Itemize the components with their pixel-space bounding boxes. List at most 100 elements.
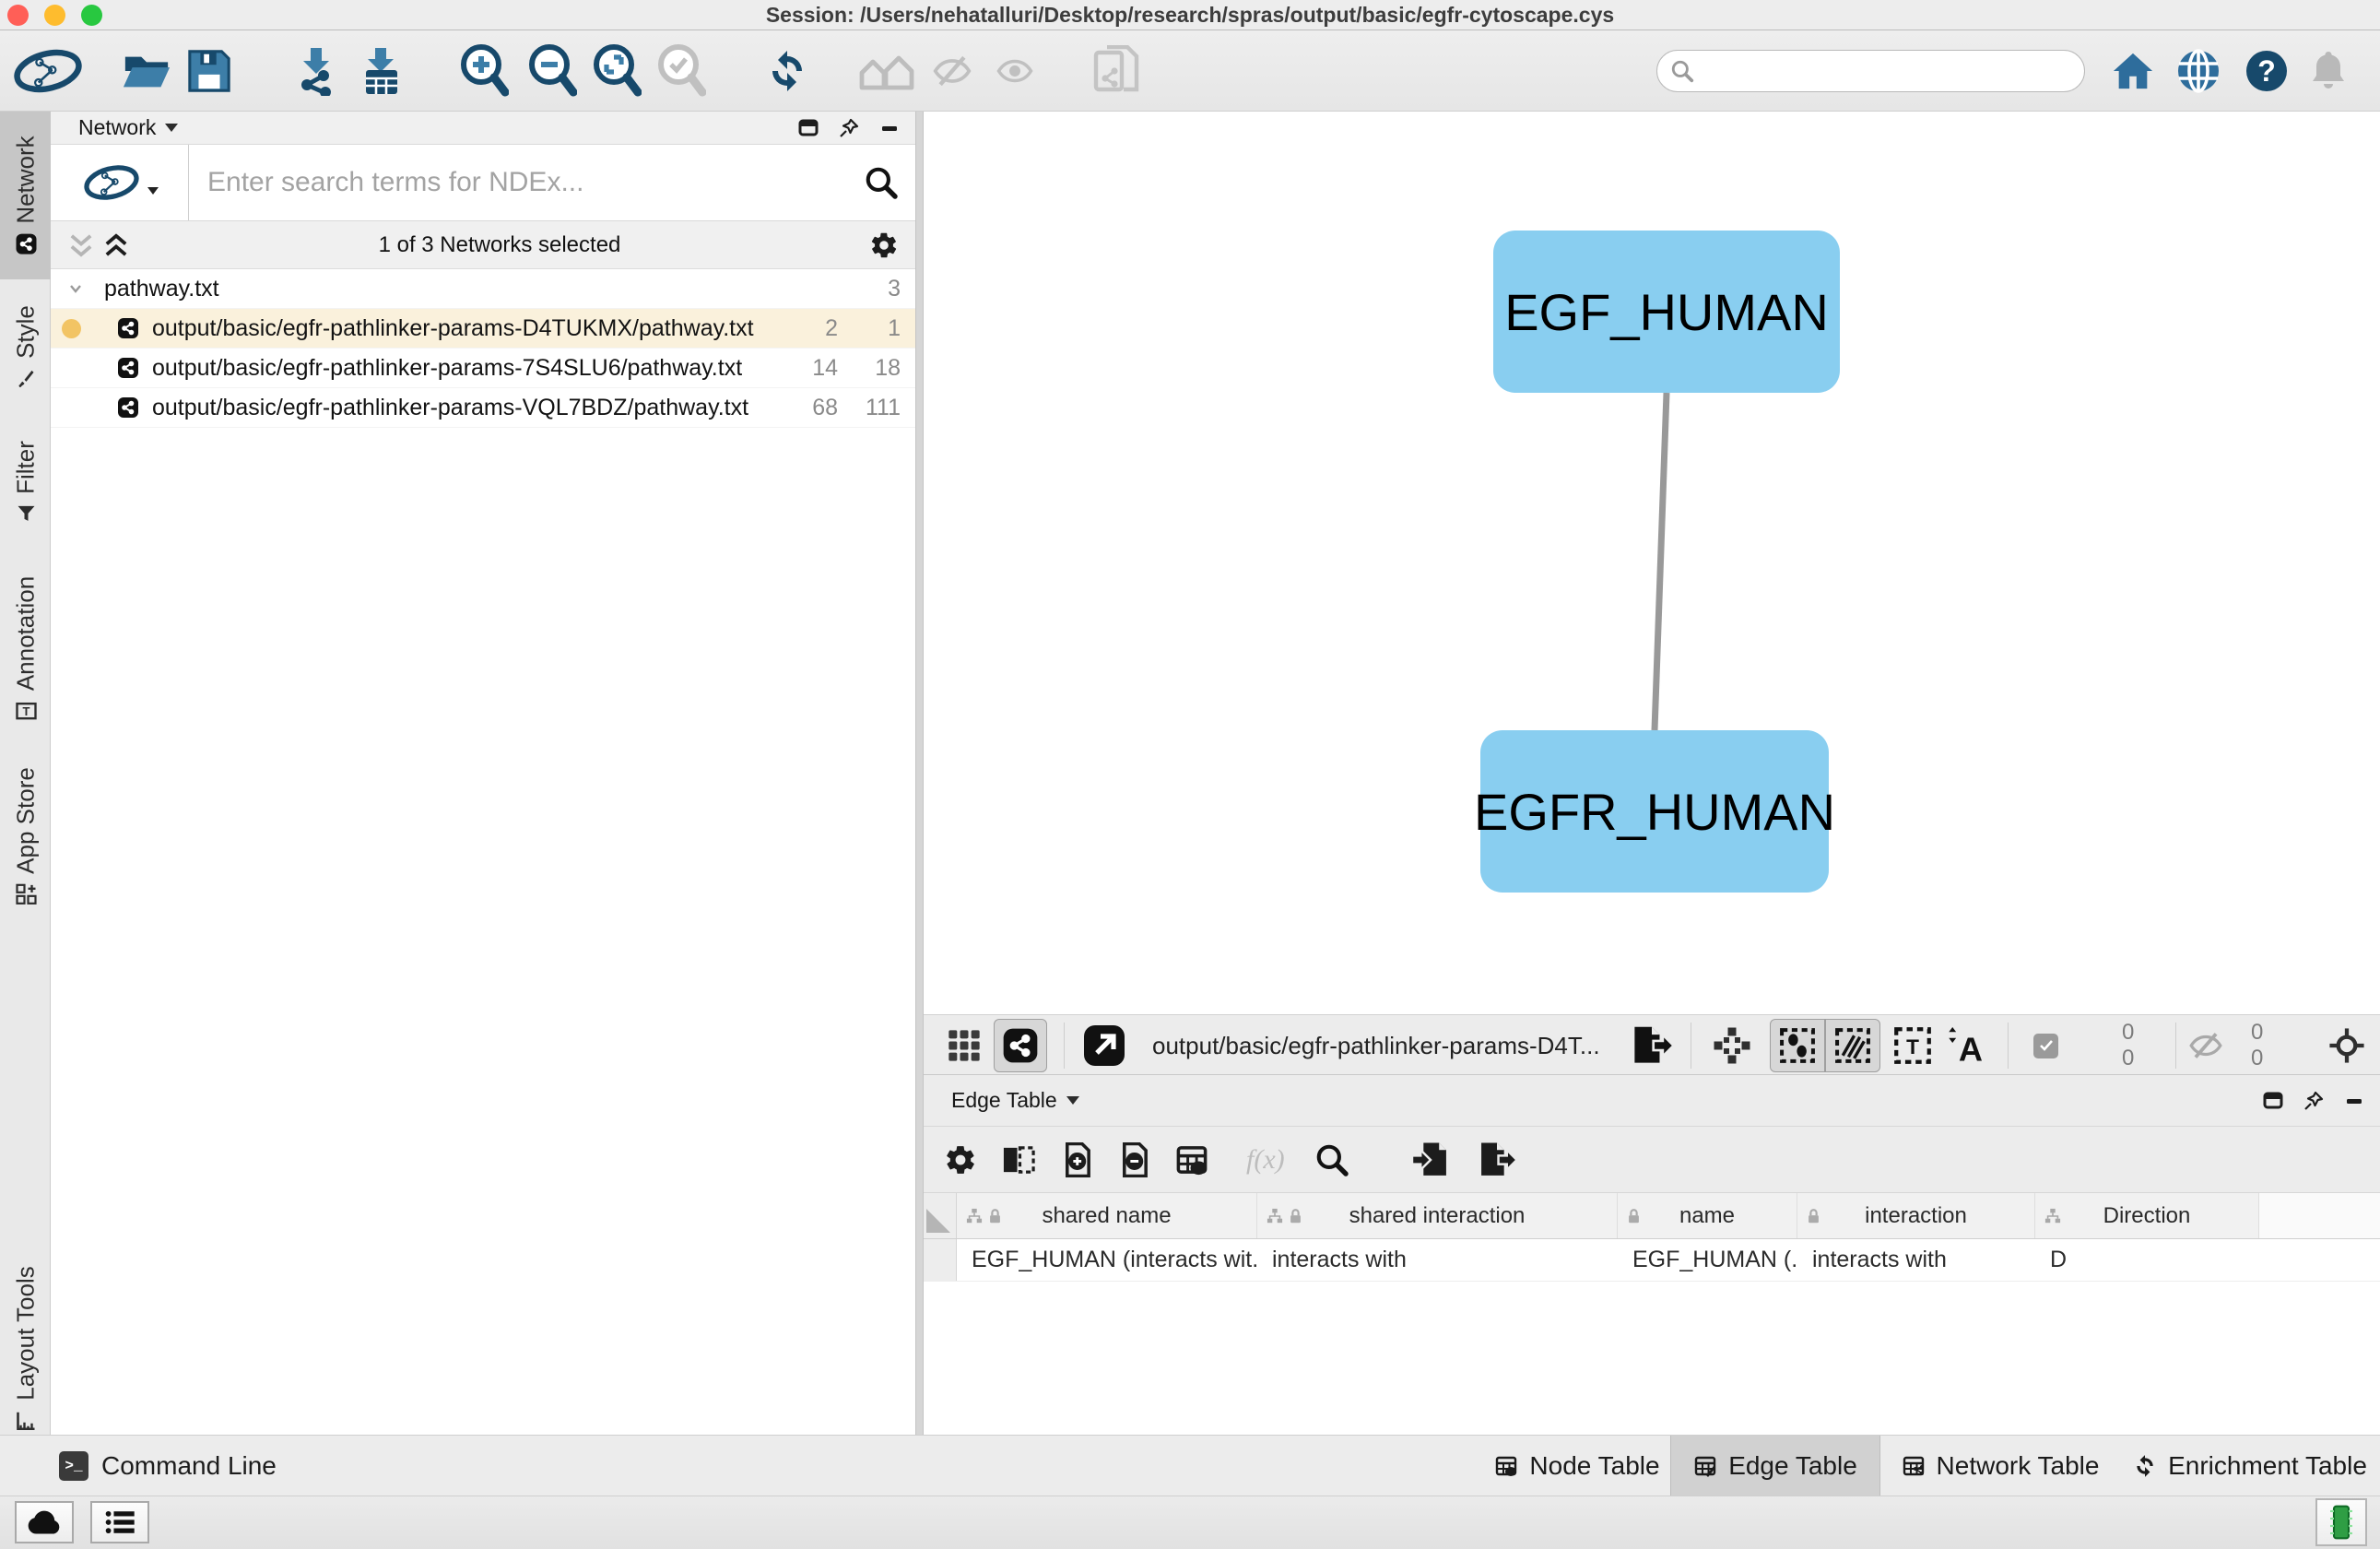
sidebar-tab-app-store[interactable]: App Store: [0, 759, 51, 914]
network-view-canvas[interactable]: EGF_HUMAN EGFR_HUMAN: [924, 112, 2380, 1014]
memory-status-button[interactable]: [2315, 1498, 2367, 1546]
float-panel-icon[interactable]: [2262, 1090, 2284, 1112]
import-network-button[interactable]: [290, 46, 342, 96]
sidebar-tab-layout-tools[interactable]: Layout Tools: [0, 1271, 51, 1426]
row-gutter[interactable]: [924, 1239, 957, 1281]
tab-enrichment-table[interactable]: Enrichment Table: [2120, 1436, 2380, 1496]
networks-selected-status: 1 of 3 Networks selected: [130, 232, 869, 258]
home-button[interactable]: [2110, 46, 2156, 96]
pin-panel-icon[interactable]: [2303, 1090, 2325, 1112]
minimize-panel-icon[interactable]: [2343, 1090, 2365, 1112]
grid-view-button[interactable]: [946, 1015, 983, 1076]
ndex-search-bar: [51, 145, 915, 221]
tab-node-table[interactable]: Node Table: [1484, 1436, 1670, 1496]
select-edges-toggle[interactable]: [1825, 1019, 1880, 1072]
lock-icon: [1289, 1208, 1302, 1224]
cell-direction: D: [2035, 1239, 2259, 1281]
network-column-icon: [1267, 1208, 1283, 1224]
select-all-rows-icon[interactable]: [1174, 1143, 1209, 1177]
statusbar: >_ Command Line Node Table Edge Table Ne…: [0, 1435, 2380, 1496]
tab-network-table[interactable]: Network Table: [1880, 1436, 2120, 1496]
command-line-toggle[interactable]: >_ Command Line: [59, 1436, 277, 1496]
select-labels-toggle[interactable]: A: [1945, 1015, 1987, 1076]
pin-panel-icon[interactable]: [838, 117, 860, 139]
panel-menu-caret[interactable]: [165, 124, 178, 132]
sidebar-tab-filter[interactable]: Filter: [0, 431, 51, 534]
ndex-search-input[interactable]: [189, 145, 847, 220]
table-search-icon[interactable]: [1314, 1142, 1349, 1177]
open-session-button[interactable]: [120, 46, 173, 96]
column-header-shared-interaction[interactable]: shared interaction: [1257, 1193, 1618, 1238]
network-collection-row[interactable]: pathway.txt 3: [51, 269, 915, 309]
zoom-out-button[interactable]: [525, 46, 579, 96]
network-row-vql7bdz[interactable]: output/basic/egfr-pathlinker-params-VQL7…: [51, 388, 915, 428]
network-selection-status-row: 1 of 3 Networks selected: [51, 221, 915, 269]
edge-egf-egfr[interactable]: [1655, 393, 1667, 730]
sidebar-tab-network[interactable]: Network: [0, 112, 51, 279]
edge-count: 1: [838, 315, 901, 342]
expand-all-icon[interactable]: [102, 231, 130, 260]
network-view-mode-button[interactable]: [994, 1019, 1047, 1072]
detach-view-button[interactable]: [1082, 1015, 1126, 1076]
sidebar-tab-label: Network: [11, 136, 40, 223]
sidebar-tab-annotation[interactable]: T Annotation: [0, 562, 51, 737]
export-table-file-icon[interactable]: [1477, 1141, 1517, 1178]
fit-selection-crosshair-button[interactable]: [2328, 1015, 2365, 1076]
task-history-button[interactable]: [90, 1501, 149, 1543]
current-network-dot: [62, 319, 81, 338]
cloud-status-button[interactable]: [15, 1501, 74, 1543]
ndex-search-button[interactable]: [847, 145, 915, 220]
show-columns-icon[interactable]: [1001, 1143, 1036, 1177]
node-egfr-human[interactable]: EGFR_HUMAN: [1480, 730, 1829, 893]
help-button[interactable]: ?: [2243, 46, 2291, 96]
column-header-shared-name[interactable]: shared name: [957, 1193, 1257, 1238]
table-options-gear-icon[interactable]: [944, 1143, 977, 1177]
import-table-button[interactable]: [355, 46, 406, 96]
lock-icon: [1627, 1208, 1641, 1224]
panel-resize-divider[interactable]: [915, 112, 924, 1435]
move-mode-button[interactable]: [1713, 1015, 1751, 1076]
global-search-box[interactable]: [1656, 50, 2085, 92]
clone-network-icon: [1090, 46, 1144, 96]
annotation-text-icon: T: [15, 700, 37, 722]
terminal-icon: >_: [59, 1451, 88, 1481]
close-window-button[interactable]: [7, 5, 29, 26]
collection-expand-caret[interactable]: [67, 280, 84, 297]
zoom-fit-button[interactable]: [590, 46, 643, 96]
save-session-button[interactable]: [185, 46, 233, 96]
sidebar-tab-style[interactable]: Style: [0, 292, 51, 401]
apply-layout-refresh-button[interactable]: [764, 46, 810, 96]
select-all-corner[interactable]: [924, 1193, 957, 1238]
network-name: output/basic/egfr-pathlinker-params-7S4S…: [152, 355, 773, 382]
zoom-window-button[interactable]: [81, 5, 102, 26]
network-row-d4tukmx[interactable]: output/basic/egfr-pathlinker-params-D4TU…: [51, 309, 915, 349]
web-globe-button[interactable]: [2174, 46, 2222, 96]
node-egf-human[interactable]: EGF_HUMAN: [1493, 231, 1840, 393]
global-search-input[interactable]: [1702, 58, 2071, 84]
export-image-button[interactable]: [1630, 1015, 1674, 1076]
collapse-all-icon[interactable]: [67, 231, 95, 260]
network-options-gear-icon[interactable]: [869, 231, 899, 260]
select-annotations-toggle[interactable]: T: [1893, 1015, 1932, 1076]
zoom-in-button[interactable]: [457, 46, 511, 96]
select-nodes-toggle[interactable]: [1770, 1019, 1825, 1072]
column-header-name[interactable]: name: [1618, 1193, 1797, 1238]
minimize-window-button[interactable]: [44, 5, 65, 26]
tab-edge-table[interactable]: Edge Table: [1670, 1436, 1880, 1496]
collection-label: pathway.txt: [104, 276, 219, 302]
ndex-source-selector[interactable]: [51, 145, 189, 220]
float-panel-icon[interactable]: [797, 117, 819, 139]
network-row-7s4slu6[interactable]: output/basic/egfr-pathlinker-params-7S4S…: [51, 349, 915, 388]
panel-menu-caret[interactable]: [1066, 1096, 1079, 1105]
notifications-bell-icon[interactable]: [2307, 46, 2350, 96]
cytoscape-logo-icon: [9, 46, 87, 96]
minimize-panel-icon[interactable]: [878, 117, 901, 139]
column-header-direction[interactable]: Direction: [2035, 1193, 2259, 1238]
left-sidebar-tabstrip: Network Style Filter T Annotation: [0, 112, 51, 1435]
selection-indicator-checkbox[interactable]: [2033, 1015, 2058, 1076]
delete-column-icon[interactable]: [1117, 1142, 1150, 1177]
import-table-file-icon[interactable]: [1410, 1141, 1451, 1178]
create-column-icon[interactable]: [1060, 1142, 1093, 1177]
edge-table-row[interactable]: EGF_HUMAN (interacts wit... interacts wi…: [924, 1239, 2380, 1282]
column-header-interaction[interactable]: interaction: [1797, 1193, 2035, 1238]
